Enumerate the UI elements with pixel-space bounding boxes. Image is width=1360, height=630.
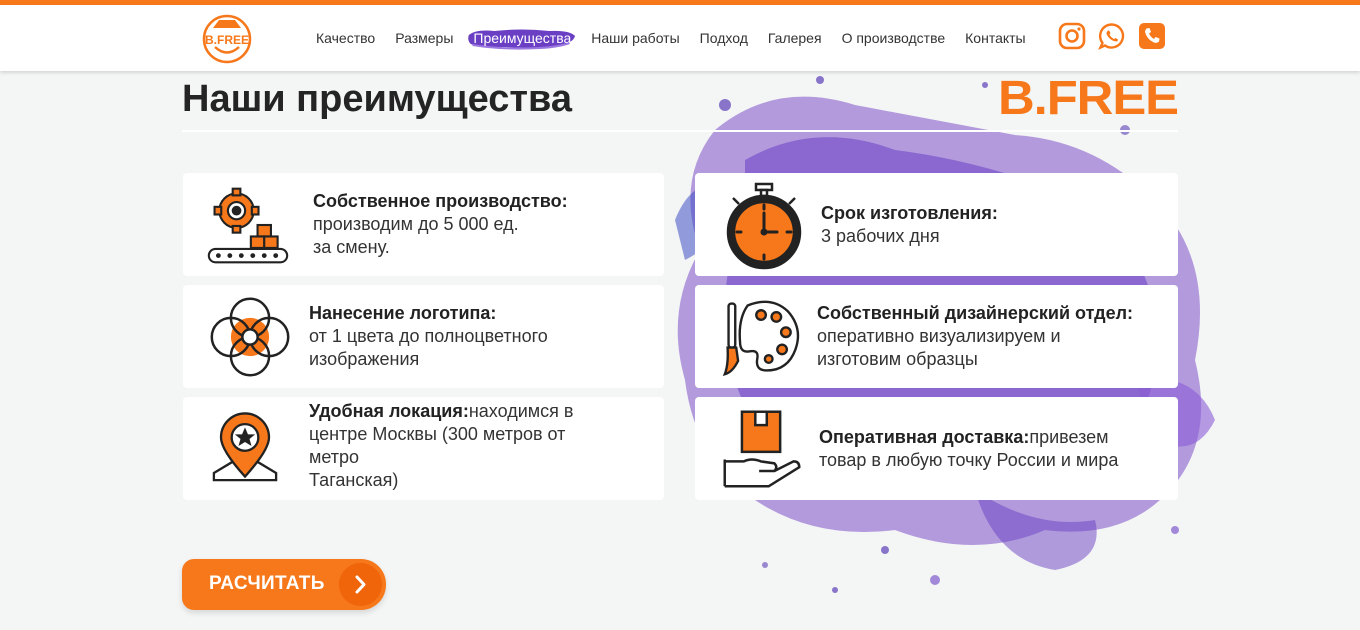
advantage-location-line-2: метро bbox=[309, 447, 360, 467]
advantage-delivery-first-line: Оперативная доставка:привезем bbox=[819, 426, 1118, 449]
phone-icon[interactable] bbox=[1138, 22, 1166, 50]
factory-gear-icon bbox=[207, 187, 289, 263]
advantage-logo-title: Нанесение логотипа: bbox=[309, 303, 497, 323]
advantage-logo-line-2: изображения bbox=[309, 349, 420, 369]
site-header: B.FREE Качество Размеры Преимущества Наш… bbox=[0, 5, 1360, 71]
chevron-right-icon bbox=[339, 563, 382, 606]
advantage-production-title: Собственное производство: bbox=[313, 191, 568, 211]
nav-contacts[interactable]: Контакты bbox=[965, 30, 1025, 46]
nav-sizes[interactable]: Размеры bbox=[395, 30, 453, 46]
nav-gallery[interactable]: Галерея bbox=[768, 30, 822, 46]
nav-advantages[interactable]: Преимущества bbox=[468, 29, 576, 50]
palette-icon bbox=[722, 300, 800, 376]
advantage-location-line-1: центре Москвы (300 метров от bbox=[309, 424, 566, 444]
advantage-design-title: Собственный дизайнерский отдел: bbox=[817, 303, 1134, 323]
advantage-card-location: Удобная локация:находимся в центре Москв… bbox=[183, 397, 664, 500]
advantage-design-line-2: изготовим образцы bbox=[817, 349, 978, 369]
brand-logo-text: B.FREE bbox=[998, 76, 1178, 118]
brand-logo: B.FREE bbox=[998, 76, 1179, 118]
advantage-delivery-line-1: товар в любую точку России и мира bbox=[819, 449, 1119, 470]
advantage-card-production: Собственное производство: производим до … bbox=[183, 173, 664, 276]
advantage-production-line-2: за смену. bbox=[313, 237, 390, 257]
advantage-logo-line-1: от 1 цвета до полноцветного bbox=[309, 326, 548, 346]
advantage-card-design: Собственный дизайнерский отдел: оператив… bbox=[695, 285, 1178, 388]
nav-our-works[interactable]: Наши работы bbox=[591, 30, 679, 46]
nav-advantages-label: Преимущества bbox=[473, 30, 572, 46]
nav-approach[interactable]: Подход bbox=[700, 30, 748, 46]
calculate-button-label: РАСЧИТАТЬ bbox=[209, 573, 325, 594]
advantage-delivery-title: Оперативная доставка: bbox=[819, 426, 1030, 447]
instagram-icon[interactable] bbox=[1058, 22, 1086, 50]
advantage-card-time: Срок изготовления: 3 рабочих дня bbox=[695, 173, 1178, 276]
advantage-location-title: Удобная локация: bbox=[309, 401, 469, 421]
color-circles-icon bbox=[210, 297, 290, 376]
delivery-box-icon bbox=[723, 409, 801, 488]
site-logo[interactable]: B.FREE bbox=[199, 14, 255, 64]
whatsapp-icon[interactable] bbox=[1098, 22, 1126, 50]
section-title: Наши преимущества bbox=[182, 78, 573, 120]
social-links bbox=[1058, 22, 1166, 50]
calculate-button[interactable]: РАСЧИТАТЬ bbox=[182, 559, 386, 610]
stopwatch-icon bbox=[726, 182, 802, 269]
advantage-location-first-line: Удобная локация:находимся в bbox=[309, 400, 573, 423]
title-divider bbox=[182, 130, 1178, 132]
map-pin-icon bbox=[212, 411, 278, 481]
site-logo-text: B.FREE bbox=[205, 33, 249, 47]
advantage-card-delivery: Оперативная доставка:привезем товар в лю… bbox=[695, 397, 1178, 500]
advantage-location-inline: находимся в bbox=[468, 401, 574, 421]
nav-production[interactable]: О производстве bbox=[842, 30, 946, 46]
main-nav: Качество Размеры Преимущества Наши работ… bbox=[306, 5, 1036, 71]
advantage-design-line-1: оперативно визуализируем и bbox=[817, 326, 1061, 346]
nav-quality[interactable]: Качество bbox=[316, 30, 375, 46]
advantage-time-line-1: 3 рабочих дня bbox=[821, 225, 940, 246]
advantage-production-line-1: производим до 5 000 ед. bbox=[313, 214, 519, 234]
advantage-card-logo: Нанесение логотипа: от 1 цвета до полноц… bbox=[183, 285, 664, 388]
advantage-delivery-inline: привезем bbox=[1029, 426, 1109, 447]
advantage-time-title: Срок изготовления: bbox=[821, 202, 998, 223]
advantage-location-line-3: Таганская) bbox=[309, 470, 399, 490]
